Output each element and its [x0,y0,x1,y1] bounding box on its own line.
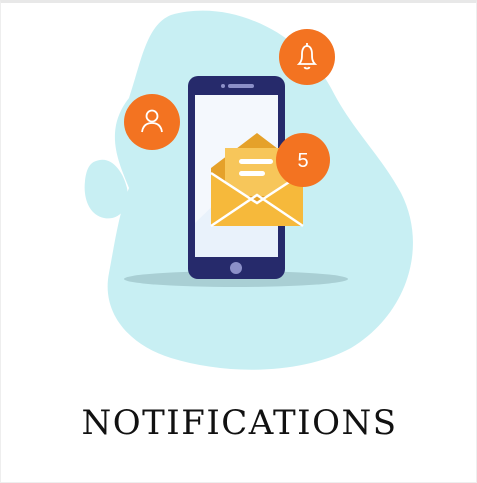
notifications-card[interactable]: 5 NOTIFICATIONS [0,0,477,483]
user-badge [124,94,180,150]
card-title: NOTIFICATIONS [81,403,398,443]
message-count-text: 5 [297,150,308,172]
message-count-badge: 5 [276,133,330,187]
phone-home-button [230,262,242,274]
bell-badge [279,29,335,85]
notifications-illustration: 5 [84,10,413,370]
